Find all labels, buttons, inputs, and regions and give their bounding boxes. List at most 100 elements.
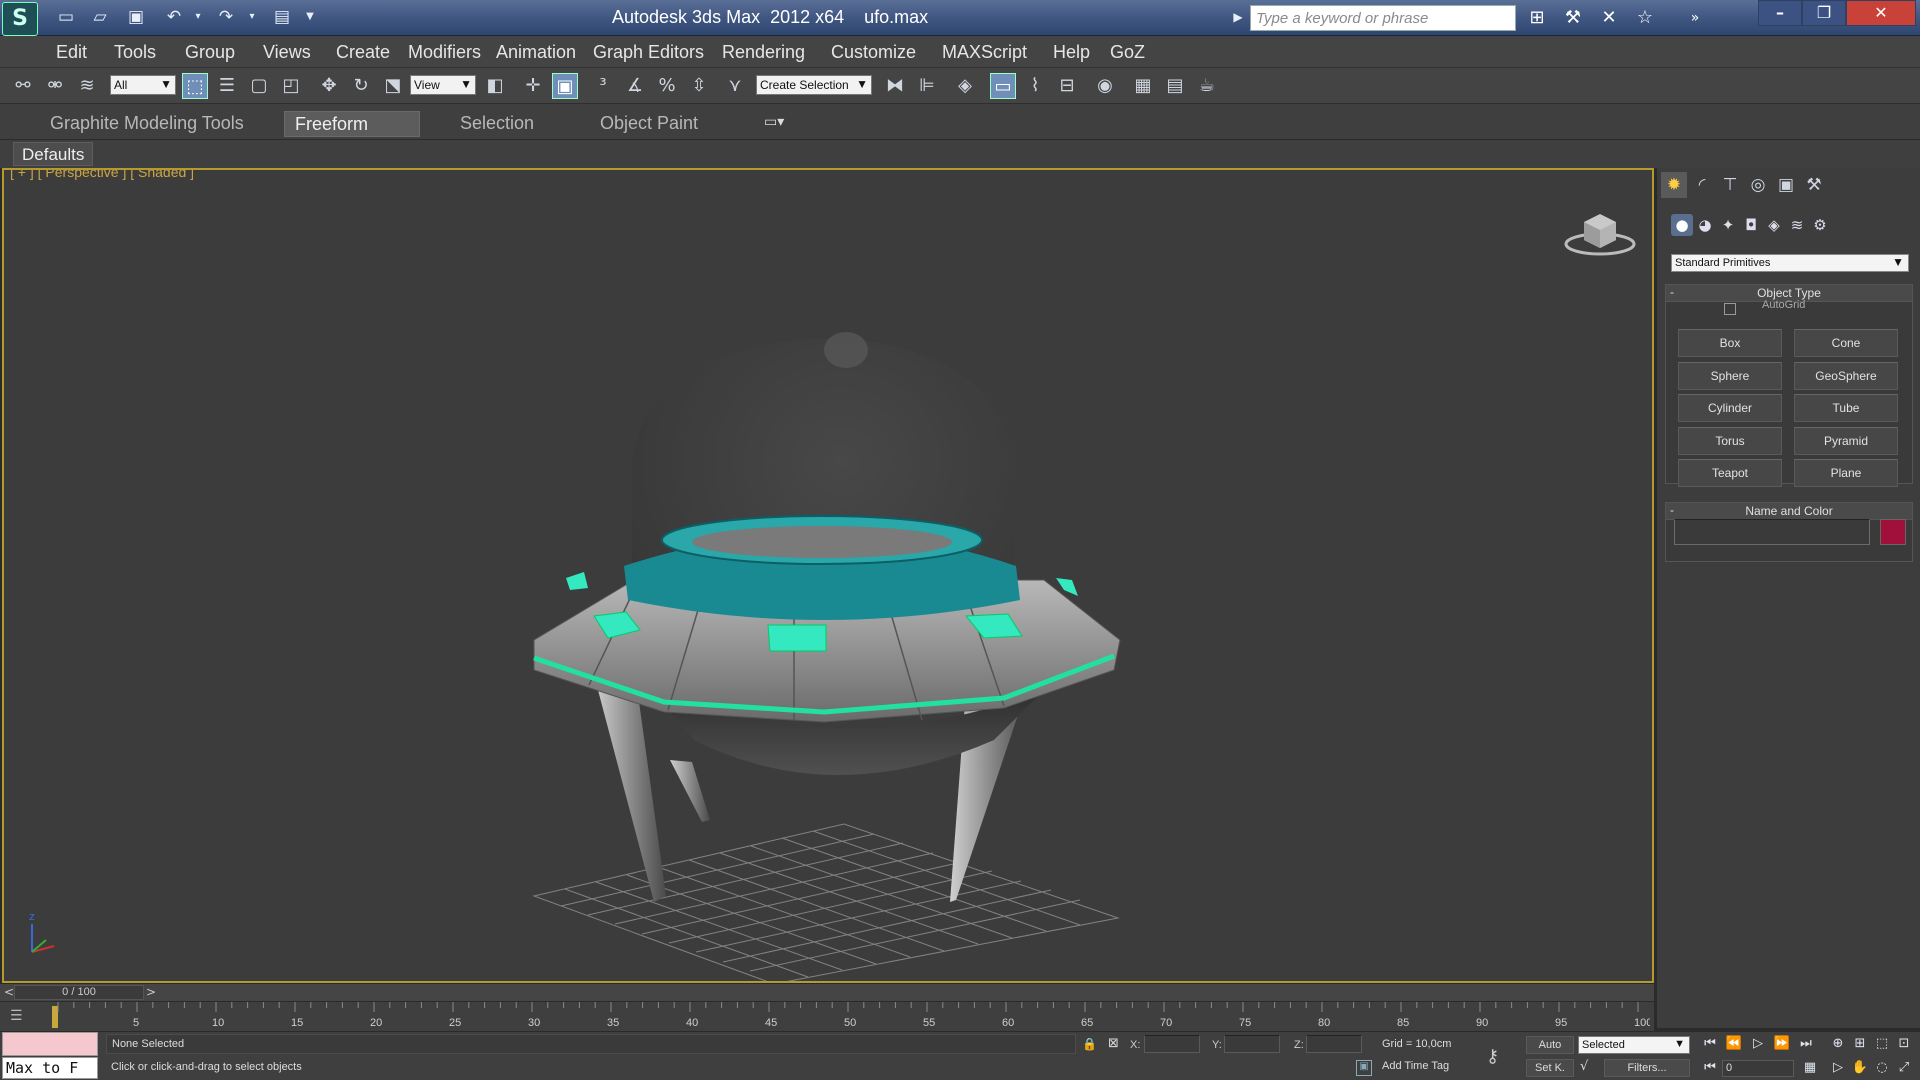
subscription-icon[interactable]: ⚒ (1560, 6, 1586, 30)
space-warps-icon[interactable]: ≋ (1786, 214, 1808, 236)
app-menu-button[interactable]: S (2, 2, 38, 36)
snaps-toggle-icon[interactable]: ³ (590, 73, 616, 99)
reference-coordinate-dropdown[interactable]: View ▼ (410, 75, 476, 95)
time-slider-prev-icon[interactable]: < (4, 985, 14, 999)
window-crossing-icon[interactable]: ◰ (278, 73, 304, 99)
object-color-swatch[interactable] (1880, 519, 1906, 545)
systems-icon[interactable]: ⚙ (1809, 214, 1831, 236)
perspective-viewport[interactable]: [ + ] [ Perspective ] [ Shaded ] z (2, 168, 1654, 983)
menu-goz[interactable]: GoZ (1110, 42, 1145, 63)
open-file-icon[interactable]: ▱ (88, 6, 112, 28)
close-button[interactable]: ✕ (1846, 0, 1916, 26)
bind-space-warp-icon[interactable]: ≋ (74, 73, 100, 99)
communication-center-icon[interactable]: ✕ (1596, 6, 1622, 30)
key-mode-icon[interactable]: √ (1580, 1059, 1588, 1074)
menu-rendering[interactable]: Rendering (722, 42, 805, 63)
menu-group[interactable]: Group (185, 42, 235, 63)
search-input[interactable]: Type a keyword or phrase (1250, 5, 1516, 31)
select-object-icon[interactable]: ⬚ (182, 73, 208, 99)
menu-graph-editors[interactable]: Graph Editors (593, 42, 704, 63)
maximize-button[interactable]: ❐ (1802, 0, 1846, 26)
zoom-extents-icon[interactable]: ⬚ (1872, 1034, 1892, 1054)
render-setup-icon[interactable]: ▦ (1130, 73, 1156, 99)
pan-view-icon[interactable]: ✋ (1850, 1058, 1870, 1078)
go-to-end-icon[interactable]: ⏭ (1796, 1034, 1816, 1054)
absolute-mode-icon[interactable]: ⊠ (1108, 1036, 1119, 1051)
tube-button[interactable]: Tube (1794, 394, 1898, 422)
favorites-star-icon[interactable]: ☆ (1632, 6, 1658, 30)
set-key-button[interactable]: Set K. (1526, 1059, 1574, 1077)
menu-tools[interactable]: Tools (114, 42, 156, 63)
select-and-scale-icon[interactable]: ⬔ (380, 73, 406, 99)
geometry-icon[interactable]: ● (1671, 214, 1693, 236)
go-to-start-icon[interactable]: ⏮ (1700, 1034, 1720, 1054)
undo-icon[interactable]: ↶ (162, 6, 186, 28)
torus-button[interactable]: Torus (1678, 427, 1782, 455)
cylinder-button[interactable]: Cylinder (1678, 394, 1782, 422)
autogrid-checkbox[interactable] (1724, 303, 1736, 315)
pivot-center-icon[interactable]: ◧ (482, 73, 508, 99)
menu-help[interactable]: Help (1053, 42, 1090, 63)
y-coordinate-field[interactable] (1224, 1035, 1280, 1053)
menu-modifiers[interactable]: Modifiers (408, 42, 481, 63)
help-dropdown-icon[interactable]: » (1682, 6, 1708, 30)
selection-filter-dropdown[interactable]: All ▼ (110, 75, 176, 95)
rendered-frame-window-icon[interactable]: ▤ (1162, 73, 1188, 99)
time-slider[interactable]: < 0 / 100 > (0, 983, 1654, 1001)
cone-button[interactable]: Cone (1794, 329, 1898, 357)
undo-dropdown-icon[interactable]: ▾ (186, 6, 210, 28)
project-folder-icon[interactable]: ▤ (270, 6, 294, 28)
tab-freeform[interactable]: Freeform (284, 111, 420, 137)
align-icon[interactable]: ⊫ (914, 73, 940, 99)
geosphere-button[interactable]: GeoSphere (1794, 362, 1898, 390)
filters-button[interactable]: Filters... (1604, 1059, 1690, 1077)
ribbon-options-icon[interactable]: ▭▾ (764, 114, 784, 130)
tab-selection[interactable]: Selection (450, 111, 544, 137)
menu-customize[interactable]: Customize (831, 42, 916, 63)
shapes-icon[interactable]: ◕ (1694, 214, 1716, 236)
field-of-view-icon[interactable]: ▷ (1828, 1058, 1848, 1078)
rectangular-selection-icon[interactable]: ▢ (246, 73, 272, 99)
redo-dropdown-icon[interactable]: ▾ (240, 6, 264, 28)
modify-tab-icon[interactable]: ◜ (1689, 172, 1715, 198)
display-tab-icon[interactable]: ▣ (1773, 172, 1799, 198)
zoom-extents-all-icon[interactable]: ⊡ (1894, 1034, 1914, 1054)
set-key-icon[interactable]: ⚷ (1486, 1046, 1499, 1067)
category-dropdown[interactable]: Standard Primitives ▼ (1671, 254, 1909, 272)
current-frame-field[interactable]: 0 (1722, 1060, 1794, 1077)
next-frame-icon[interactable]: ⏩ (1772, 1034, 1792, 1054)
plane-button[interactable]: Plane (1794, 459, 1898, 487)
previous-frame-icon[interactable]: ⏪ (1724, 1034, 1744, 1054)
graphite-toggle-icon[interactable]: ▭ (990, 73, 1016, 99)
new-file-icon[interactable]: ▭ (54, 6, 78, 28)
zoom-all-icon[interactable]: ⊞ (1850, 1034, 1870, 1054)
select-and-rotate-icon[interactable]: ↻ (348, 73, 374, 99)
render-production-icon[interactable]: ☕ (1194, 73, 1220, 99)
hierarchy-tab-icon[interactable]: ⊤ (1717, 172, 1743, 198)
named-selection-dropdown[interactable]: Create Selection ▼ (756, 75, 872, 95)
save-file-icon[interactable]: ▣ (124, 6, 148, 28)
add-time-tag[interactable]: Add Time Tag (1382, 1060, 1449, 1072)
name-and-color-header[interactable]: - Name and Color (1666, 503, 1912, 520)
utilities-tab-icon[interactable]: ⚒ (1801, 172, 1827, 198)
material-editor-icon[interactable]: ◉ (1092, 73, 1118, 99)
helpers-icon[interactable]: ◈ (1763, 214, 1785, 236)
key-filter-dropdown[interactable]: Selected ▼ (1578, 1036, 1690, 1054)
keyboard-shortcut-override-icon[interactable]: ▣ (552, 73, 578, 99)
mirror-icon[interactable]: ⧓ (882, 73, 908, 99)
redo-icon[interactable]: ↷ (214, 6, 238, 28)
defaults-panel[interactable]: Defaults (13, 142, 94, 166)
time-configuration-icon[interactable]: ▦ (1800, 1058, 1820, 1078)
lights-icon[interactable]: ✦ (1717, 214, 1739, 236)
time-slider-thumb[interactable]: 0 / 100 (14, 985, 144, 1000)
motion-tab-icon[interactable]: ◎ (1745, 172, 1771, 198)
orbit-icon[interactable]: ◌ (1872, 1058, 1892, 1078)
maxscript-listener-input[interactable] (2, 1032, 98, 1056)
box-button[interactable]: Box (1678, 329, 1782, 357)
cameras-icon[interactable]: ◘ (1740, 214, 1762, 236)
binoculars-icon[interactable]: ⊞ (1524, 6, 1550, 30)
object-name-field[interactable] (1674, 519, 1870, 545)
minimize-button[interactable]: – (1758, 0, 1802, 26)
z-coordinate-field[interactable] (1306, 1035, 1362, 1053)
tab-graphite-modeling-tools[interactable]: Graphite Modeling Tools (40, 111, 254, 137)
